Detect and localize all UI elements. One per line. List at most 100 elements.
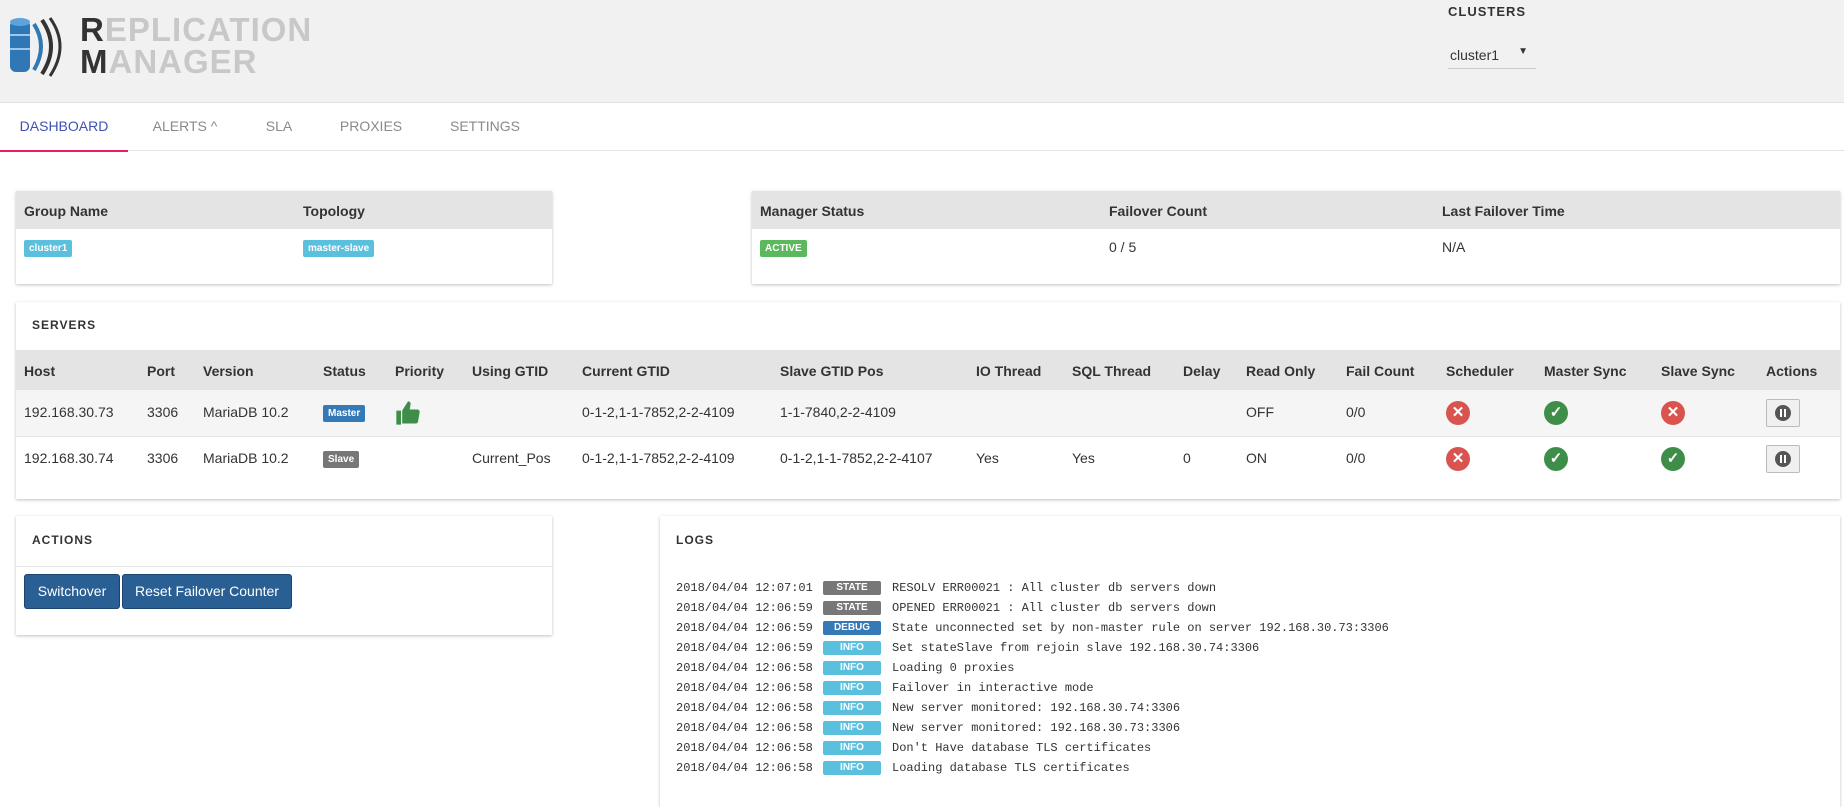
log-message: Set stateSlave from rejoin slave 192.168… — [892, 641, 1260, 655]
log-timestamp: 2018/04/04 12:06:58 — [676, 721, 813, 735]
col-priority: Priority — [395, 363, 445, 379]
current-gtid-cell: 0-1-2,1-1-7852,2-2-4109 — [582, 404, 735, 420]
tab-proxies[interactable]: PROXIES — [330, 103, 412, 150]
log-timestamp: 2018/04/04 12:06:59 — [676, 601, 813, 615]
servers-title: SERVERS — [32, 318, 97, 332]
log-message: State unconnected set by non-master rule… — [892, 621, 1389, 635]
tab-sla[interactable]: SLA — [252, 103, 306, 150]
reset-failover-counter-button[interactable]: Reset Failover Counter — [122, 574, 292, 609]
check-circle-icon: ✓ — [1661, 447, 1685, 471]
host-cell: 192.168.30.73 — [24, 404, 114, 420]
slave-gtid-pos-cell: 0-1-2,1-1-7852,2-2-4107 — [780, 450, 933, 466]
log-message: Loading 0 proxies — [892, 661, 1015, 675]
actions-title: ACTIONS — [32, 533, 93, 547]
log-level-badge: INFO — [823, 761, 881, 775]
group-name-header: Group Name — [24, 203, 109, 219]
status-badge: Slave — [323, 451, 360, 468]
x-circle-icon: ✕ — [1446, 401, 1470, 425]
col-delay: Delay — [1183, 363, 1221, 379]
table-row: 192.168.30.74 3306 MariaDB 10.2 Slave Cu… — [16, 437, 1840, 483]
log-level-badge: STATE — [823, 601, 881, 615]
log-message: OPENED ERR00021 : All cluster db servers… — [892, 601, 1217, 615]
log-level-badge: DEBUG — [823, 621, 881, 635]
x-circle-icon: ✕ — [1446, 447, 1470, 471]
status-badge: Master — [323, 405, 366, 422]
log-message: New server monitored: 192.168.30.73:3306 — [892, 721, 1181, 735]
col-master-sync: Master Sync — [1544, 363, 1627, 379]
read-only-cell: OFF — [1246, 404, 1274, 420]
sql-thread-cell: Yes — [1072, 450, 1095, 466]
col-slave-sync: Slave Sync — [1661, 363, 1735, 379]
last-failover-header: Last Failover Time — [1442, 203, 1565, 219]
log-timestamp: 2018/04/04 12:06:58 — [676, 701, 813, 715]
version-cell: MariaDB 10.2 — [203, 404, 289, 420]
switchover-button[interactable]: Switchover — [24, 574, 120, 609]
cluster-select[interactable]: cluster1 ▼ — [1448, 44, 1536, 69]
replication-manager-logo: REPLICATION MANAGER — [8, 13, 311, 84]
logo-icon — [10, 17, 62, 77]
manager-status-badge: ACTIVE — [760, 240, 807, 257]
tab-alerts[interactable]: ALERTS ^ — [140, 103, 230, 150]
manager-header-row: Manager Status Failover Count Last Failo… — [752, 191, 1840, 229]
log-timestamp: 2018/04/04 12:06:59 — [676, 621, 813, 635]
col-version: Version — [203, 363, 254, 379]
port-cell: 3306 — [147, 450, 179, 466]
log-level-badge: STATE — [823, 581, 881, 595]
port-cell: 3306 — [147, 404, 179, 420]
actions-card: ACTIONS Switchover Reset Failover Counte… — [16, 516, 552, 635]
col-using-gtid: Using GTID — [472, 363, 549, 379]
log-level-badge: INFO — [823, 641, 881, 655]
pause-icon — [1775, 405, 1791, 421]
tab-settings[interactable]: SETTINGS — [440, 103, 530, 150]
log-message: Don't Have database TLS certificates — [892, 741, 1152, 755]
group-card: Group Name Topology cluster1 master-slav… — [16, 191, 552, 284]
pause-icon — [1775, 451, 1791, 467]
version-cell: MariaDB 10.2 — [203, 450, 289, 466]
using-gtid-cell: Current_Pos — [472, 450, 551, 466]
col-current-gtid: Current GTID — [582, 363, 670, 379]
logs-card: LOGS 2018/04/04 12:07:01 STATE RESOLV ERR0… — [660, 516, 1840, 807]
log-timestamp: 2018/04/04 12:06:58 — [676, 681, 813, 695]
log-timestamp: 2018/04/04 12:07:01 — [676, 581, 813, 595]
col-status: Status — [323, 363, 366, 379]
servers-header-row: Host Port Version Status Priority Using … — [16, 350, 1840, 390]
log-level-badge: INFO — [823, 721, 881, 735]
col-sql-thread: SQL Thread — [1072, 363, 1152, 379]
tab-dashboard[interactable]: DASHBOARD — [0, 103, 128, 152]
col-io-thread: IO Thread — [976, 363, 1042, 379]
log-message: Loading database TLS certificates — [892, 761, 1130, 775]
manager-card: Manager Status Failover Count Last Failo… — [752, 191, 1840, 284]
topology-header: Topology — [303, 203, 365, 219]
log-message: RESOLV ERR00021 : All cluster db servers… — [892, 581, 1217, 595]
log-message: Failover in interactive mode — [892, 681, 1094, 695]
clusters-label: CLUSTERS — [1448, 4, 1527, 19]
slave-gtid-pos-cell: 1-1-7840,2-2-4109 — [780, 404, 896, 420]
pause-button[interactable] — [1766, 445, 1800, 473]
app-header: REPLICATION MANAGER CLUSTERS cluster1 ▼ — [0, 0, 1844, 103]
logo-letter: M — [80, 43, 109, 80]
topology-badge: master-slave — [303, 240, 375, 257]
log-level-badge: INFO — [823, 661, 881, 675]
cluster-select-value: cluster1 — [1450, 47, 1500, 63]
log-level-badge: INFO — [823, 741, 881, 755]
fail-count-cell: 0/0 — [1346, 450, 1366, 466]
host-cell: 192.168.30.74 — [24, 450, 114, 466]
check-circle-icon: ✓ — [1544, 447, 1568, 471]
last-failover-value: N/A — [1442, 239, 1466, 255]
manager-status-header: Manager Status — [760, 203, 865, 219]
x-circle-icon: ✕ — [1661, 401, 1685, 425]
col-port: Port — [147, 363, 175, 379]
log-message: New server monitored: 192.168.30.74:3306 — [892, 701, 1181, 715]
group-name-badge: cluster1 — [24, 240, 73, 257]
log-timestamp: 2018/04/04 12:06:58 — [676, 661, 813, 675]
io-thread-cell: Yes — [976, 450, 999, 466]
log-timestamp: 2018/04/04 12:06:58 — [676, 741, 813, 755]
logo-wordmark: REPLICATION MANAGER — [80, 13, 312, 80]
col-host: Host — [24, 363, 56, 379]
group-header-row: Group Name Topology — [16, 191, 552, 229]
main-tabs: DASHBOARD ALERTS ^ SLA PROXIES SETTINGS — [0, 103, 1844, 152]
failover-count-value: 0 / 5 — [1109, 239, 1137, 255]
failover-count-header: Failover Count — [1109, 203, 1208, 219]
table-row: 192.168.30.73 3306 MariaDB 10.2 Master 0… — [16, 390, 1840, 436]
pause-button[interactable] — [1766, 399, 1800, 427]
